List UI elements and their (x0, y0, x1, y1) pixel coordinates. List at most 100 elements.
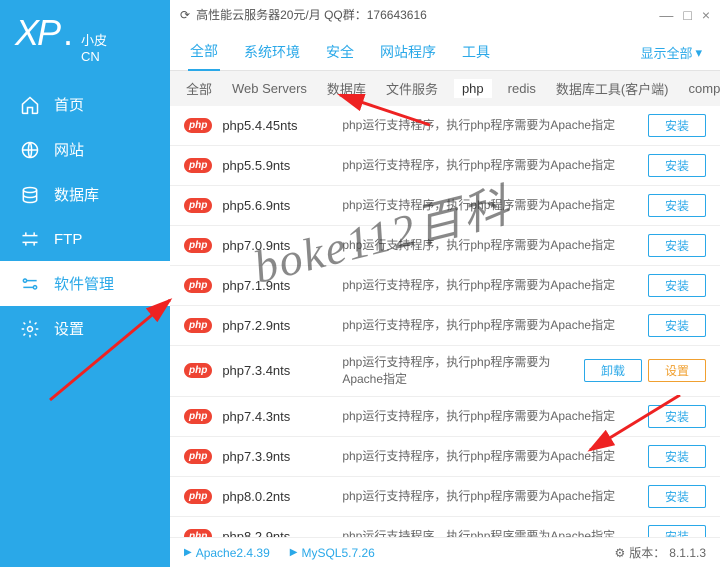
list-item: php php5.5.9nts php运行支持程序，执行php程序需要为Apac… (170, 146, 720, 186)
refresh-icon[interactable]: ⟳ (180, 8, 190, 22)
list-item: php php7.2.9nts php运行支持程序，执行php程序需要为Apac… (170, 306, 720, 346)
uninstall-button[interactable]: 卸载 (584, 359, 642, 382)
minimize-button[interactable]: — (659, 7, 673, 23)
package-desc: php运行支持程序，执行php程序需要为Apache指定 (342, 197, 638, 214)
status-apache[interactable]: ▶Apache2.4.39 (184, 546, 270, 560)
sidebar-item-site[interactable]: 网站 (0, 127, 170, 172)
package-actions: 卸载设置 (584, 359, 706, 382)
play-icon: ▶ (290, 547, 298, 558)
subtab-redis[interactable]: redis (504, 79, 540, 98)
package-desc: php运行支持程序，执行php程序需要为Apache指定 (342, 157, 638, 174)
version-label: 版本： (629, 544, 665, 561)
subtab-数据库[interactable]: 数据库 (323, 77, 370, 100)
chevron-down-icon: ▾ (695, 45, 702, 61)
package-list: php php5.4.45nts php运行支持程序，执行php程序需要为Apa… (170, 106, 720, 537)
tab-系统环境[interactable]: 系统环境 (242, 36, 302, 70)
package-desc: php运行支持程序，执行php程序需要为Apache指定 (342, 408, 638, 425)
package-desc: php运行支持程序，执行php程序需要为Apache指定 (342, 488, 638, 505)
sidebar-item-label: 网站 (54, 139, 84, 160)
tabs-primary: 全部系统环境安全网站程序工具 显示全部 ▾ (170, 29, 720, 71)
tab-网站程序[interactable]: 网站程序 (378, 36, 438, 70)
install-button[interactable]: 安装 (648, 485, 706, 508)
soft-icon (20, 274, 40, 294)
package-actions: 安装 (648, 274, 706, 297)
php-badge: php (184, 363, 212, 378)
package-actions: 安装 (648, 445, 706, 468)
sidebar-item-label: FTP (54, 231, 82, 248)
sidebar-item-settings[interactable]: 设置 (0, 306, 170, 351)
package-actions: 安装 (648, 525, 706, 537)
package-desc: php运行支持程序，执行php程序需要为Apache指定 (342, 117, 638, 134)
package-name: php7.2.9nts (222, 318, 332, 333)
sidebar-item-db[interactable]: 数据库 (0, 172, 170, 217)
package-actions: 安装 (648, 114, 706, 137)
install-button[interactable]: 安装 (648, 314, 706, 337)
package-actions: 安装 (648, 314, 706, 337)
php-badge: php (184, 158, 212, 173)
list-item: php php7.4.3nts php运行支持程序，执行php程序需要为Apac… (170, 397, 720, 437)
version-value: 8.1.1.3 (669, 546, 706, 560)
sidebar-item-ftp[interactable]: FTP (0, 217, 170, 261)
list-item: php php5.6.9nts php运行支持程序，执行php程序需要为Apac… (170, 186, 720, 226)
tab-工具[interactable]: 工具 (460, 36, 492, 70)
package-name: php8.0.2nts (222, 489, 332, 504)
logo: XP . 小皮 CN (0, 0, 170, 82)
home-icon (20, 95, 40, 115)
titlebar: ⟳ 高性能云服务器20元/月 QQ群：176643616 — □ × (170, 0, 720, 29)
maximize-button[interactable]: □ (683, 7, 691, 23)
tab-安全[interactable]: 安全 (324, 36, 356, 70)
install-button[interactable]: 安装 (648, 445, 706, 468)
db-icon (20, 185, 40, 205)
install-button[interactable]: 安装 (648, 234, 706, 257)
install-button[interactable]: 安装 (648, 525, 706, 537)
subtab-文件服务[interactable]: 文件服务 (382, 77, 442, 100)
logo-bottom: CN (81, 49, 107, 65)
tabs-secondary: 全部 Web Servers 数据库文件服务 php redis 数据库工具(客户端) co… (170, 71, 720, 106)
subtab-Web Servers[interactable]: Web Servers (228, 79, 311, 98)
subtab-composer[interactable]: composer (685, 79, 720, 98)
logo-top: 小皮 (81, 33, 107, 49)
tab-全部[interactable]: 全部 (188, 35, 220, 71)
sidebar-item-label: 数据库 (54, 184, 99, 205)
subtab-全部[interactable]: 全部 (182, 77, 216, 100)
install-button[interactable]: 安装 (648, 114, 706, 137)
sidebar: XP . 小皮 CN 首页网站数据库 FTP 软件管理设置 (0, 0, 170, 567)
list-item: php php7.1.9nts php运行支持程序，执行php程序需要为Apac… (170, 266, 720, 306)
php-badge: php (184, 118, 212, 133)
php-badge: php (184, 318, 212, 333)
list-item: php php8.2.9nts php运行支持程序，执行php程序需要为Apac… (170, 517, 720, 537)
sidebar-item-home[interactable]: 首页 (0, 82, 170, 127)
show-all-label: 显示全部 (640, 43, 692, 62)
install-button[interactable]: 安装 (648, 154, 706, 177)
sidebar-item-label: 软件管理 (54, 273, 114, 294)
status-mysql[interactable]: ▶MySQL5.7.26 (290, 546, 375, 560)
subtab-数据库工具(客户端)[interactable]: 数据库工具(客户端) (552, 77, 673, 100)
php-badge: php (184, 238, 212, 253)
install-button[interactable]: 安装 (648, 405, 706, 428)
settings-button[interactable]: 设置 (648, 359, 706, 382)
package-name: php7.1.9nts (222, 278, 332, 293)
package-actions: 安装 (648, 234, 706, 257)
package-desc: php运行支持程序，执行php程序需要为Apache指定 (342, 317, 638, 334)
show-all-dropdown[interactable]: 显示全部 ▾ (640, 43, 702, 62)
package-desc: php运行支持程序，执行php程序需要为Apache指定 (342, 354, 574, 388)
sidebar-item-soft[interactable]: 软件管理 (0, 261, 170, 306)
list-item: php php7.0.9nts php运行支持程序，执行php程序需要为Apac… (170, 226, 720, 266)
package-name: php5.4.45nts (222, 118, 332, 133)
package-actions: 安装 (648, 194, 706, 217)
package-name: php7.0.9nts (222, 238, 332, 253)
site-icon (20, 140, 40, 160)
install-button[interactable]: 安装 (648, 194, 706, 217)
logo-xp: XP (15, 12, 59, 54)
package-name: php8.2.9nts (222, 529, 332, 537)
play-icon: ▶ (184, 547, 192, 558)
close-button[interactable]: × (702, 7, 710, 23)
statusbar: ▶Apache2.4.39 ▶MySQL5.7.26 ⚙ 版本： 8.1.1.3 (170, 537, 720, 567)
package-desc: php运行支持程序，执行php程序需要为Apache指定 (342, 277, 638, 294)
php-badge: php (184, 449, 212, 464)
package-desc: php运行支持程序，执行php程序需要为Apache指定 (342, 237, 638, 254)
php-badge: php (184, 489, 212, 504)
package-actions: 安装 (648, 485, 706, 508)
install-button[interactable]: 安装 (648, 274, 706, 297)
subtab-php[interactable]: php (454, 79, 492, 98)
